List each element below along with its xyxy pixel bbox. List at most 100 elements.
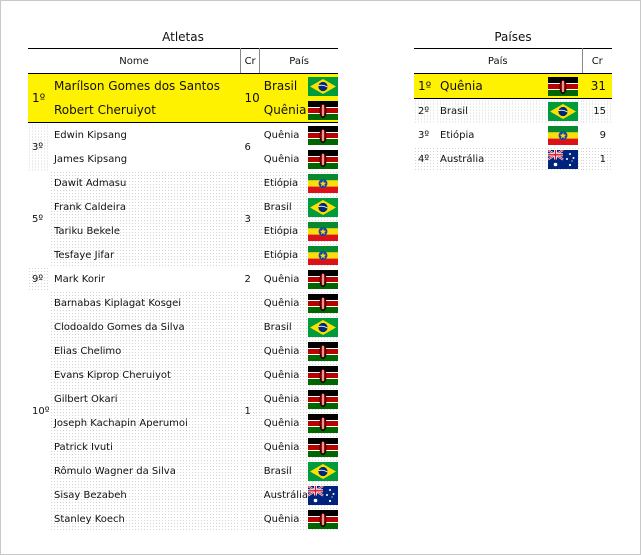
athlete-country: Etiópia bbox=[259, 171, 308, 195]
athlete-row: 5º Dawit Admasu 3 Etiópia bbox=[28, 171, 338, 267]
countries-title: Países bbox=[494, 30, 532, 44]
header-country: País bbox=[414, 48, 583, 74]
country-rank: 4º bbox=[414, 147, 436, 171]
flag-cell bbox=[544, 123, 582, 147]
athlete-cr: 10 bbox=[244, 91, 260, 105]
flag-australia-icon bbox=[548, 149, 578, 169]
flag-cell bbox=[307, 171, 338, 195]
athlete-row: 9º Mark Korir 2 Quênia bbox=[28, 267, 338, 291]
athlete-rank: 5º bbox=[32, 213, 44, 225]
country-cr: 15 bbox=[582, 98, 612, 123]
flag-cell bbox=[544, 147, 582, 171]
flag-cell bbox=[307, 147, 338, 171]
athlete-cr: 3 bbox=[240, 171, 260, 267]
country-name: Austrália bbox=[436, 147, 544, 171]
athlete-country: Quênia bbox=[259, 291, 308, 315]
header-cr: Cr bbox=[240, 48, 261, 74]
athlete-country: Quênia bbox=[263, 103, 307, 117]
athlete-cr: 2 bbox=[244, 273, 251, 285]
country-cr: 1 bbox=[582, 147, 612, 171]
athlete-name: Gilbert Okari bbox=[49, 387, 241, 411]
flag-cell bbox=[544, 98, 582, 123]
athlete-name: Stanley Koech bbox=[49, 507, 241, 531]
country-row: 4º Austrália 1 bbox=[414, 147, 612, 171]
athlete-name: Evans Kiprop Cheruiyot bbox=[49, 363, 241, 387]
athlete-name: Patrick Ivuti bbox=[49, 435, 241, 459]
athlete-country: Quênia bbox=[259, 435, 308, 459]
country-row: 1º Quênia 31 bbox=[414, 73, 612, 99]
flag-ethiopia-icon bbox=[307, 221, 338, 241]
athlete-country: Etiópia bbox=[259, 243, 308, 267]
country-name: Etiópia bbox=[440, 129, 475, 141]
flag-cell bbox=[307, 435, 338, 459]
header-country: País bbox=[259, 48, 338, 74]
athlete-name: Tesfaye Jifar bbox=[49, 243, 241, 267]
athlete-name: Frank Caldeira bbox=[49, 195, 241, 219]
athlete-country: Brasil bbox=[263, 79, 298, 93]
athlete-rank: 10º bbox=[32, 405, 50, 417]
athletes-header-row: Nome Cr País bbox=[28, 48, 338, 74]
header-name: Nome bbox=[28, 48, 241, 74]
athlete-name: Tariku Bekele bbox=[49, 219, 241, 243]
athlete-row: Robert Cheruiyot Quênia bbox=[28, 98, 338, 123]
country-rank: 1º bbox=[418, 79, 432, 93]
athlete-row: Rômulo Wagner da Silva Brasil bbox=[28, 459, 338, 483]
country-cr: 9 bbox=[599, 129, 606, 141]
flag-kenya-icon bbox=[307, 293, 338, 313]
flag-cell bbox=[307, 291, 338, 315]
athlete-row: 3º Edwin Kipsang 6 Quênia bbox=[28, 122, 338, 171]
athlete-name: Dawit Admasu bbox=[49, 171, 241, 195]
countries-header-row: País Cr bbox=[414, 48, 612, 74]
flag-ethiopia-icon bbox=[307, 173, 338, 193]
athlete-country: Brasil bbox=[259, 195, 308, 219]
athlete-row: 1º Marílson Gomes dos Santos 10 Brasil bbox=[28, 73, 338, 105]
athlete-country: Quênia bbox=[259, 339, 308, 363]
athlete-name: Barnabas Kiplagat Kosgei bbox=[49, 291, 241, 315]
flag-kenya-icon bbox=[307, 389, 338, 409]
athlete-row: Tariku Bekele Etiópia bbox=[28, 219, 338, 243]
athlete-row: James Kipsang Quênia bbox=[28, 147, 338, 171]
athlete-name: Robert Cheruiyot bbox=[53, 103, 156, 117]
country-rank: 3º bbox=[418, 129, 430, 141]
flag-cell bbox=[307, 507, 338, 531]
flag-cell bbox=[307, 315, 338, 339]
flag-kenya-icon bbox=[307, 125, 338, 145]
athletes-title: Atletas bbox=[162, 30, 204, 44]
athlete-name: Joseph Kachapin Aperumoi bbox=[49, 411, 241, 435]
flag-cell bbox=[307, 219, 338, 243]
athlete-name: Marílson Gomes dos Santos bbox=[53, 79, 220, 93]
flag-kenya-icon bbox=[307, 269, 338, 289]
flag-cell bbox=[307, 243, 338, 267]
flag-cell bbox=[307, 363, 338, 387]
flag-cell bbox=[307, 267, 338, 291]
country-row: 2º Brasil 15 bbox=[414, 98, 612, 123]
flag-cell bbox=[307, 387, 338, 411]
flag-brazil-icon bbox=[307, 197, 338, 217]
country-name: Brasil bbox=[436, 98, 544, 123]
athlete-rank: 9º bbox=[28, 267, 50, 291]
athlete-country: Quênia bbox=[259, 507, 308, 531]
athlete-name: Rômulo Wagner da Silva bbox=[49, 459, 241, 483]
country-row: 3º Etiópia 9 bbox=[414, 123, 612, 147]
athletes-table: Nome Cr País 1º Marílson Gomes dos Santos… bbox=[28, 48, 338, 531]
flag-kenya-icon bbox=[307, 437, 338, 457]
flag-brazil-icon bbox=[307, 461, 338, 481]
athlete-row: Elias Chelimo Quênia bbox=[28, 339, 338, 363]
country-name: Quênia bbox=[440, 79, 483, 93]
flag-kenya-icon bbox=[307, 509, 338, 529]
athlete-row: Stanley Koech Quênia bbox=[28, 507, 338, 531]
flag-kenya-icon bbox=[548, 76, 578, 96]
athlete-row: Frank Caldeira Brasil bbox=[28, 195, 338, 219]
flag-cell bbox=[307, 123, 338, 148]
athlete-rank: 1º bbox=[32, 91, 46, 105]
flag-kenya-icon bbox=[307, 365, 338, 385]
flag-kenya-icon bbox=[307, 341, 338, 361]
flag-cell bbox=[307, 195, 338, 219]
flag-brazil-icon bbox=[307, 76, 338, 96]
flag-cell bbox=[544, 74, 582, 99]
athlete-name: James Kipsang bbox=[53, 153, 128, 165]
athlete-row: Sisay Bezabeh Austrália bbox=[28, 483, 338, 507]
flag-cell bbox=[307, 98, 338, 123]
athlete-country: Quênia bbox=[263, 153, 300, 165]
countries-table: País Cr 1º Quênia 31 2º Brasil 15 3º Etiópia 9 4º… bbox=[414, 48, 612, 171]
